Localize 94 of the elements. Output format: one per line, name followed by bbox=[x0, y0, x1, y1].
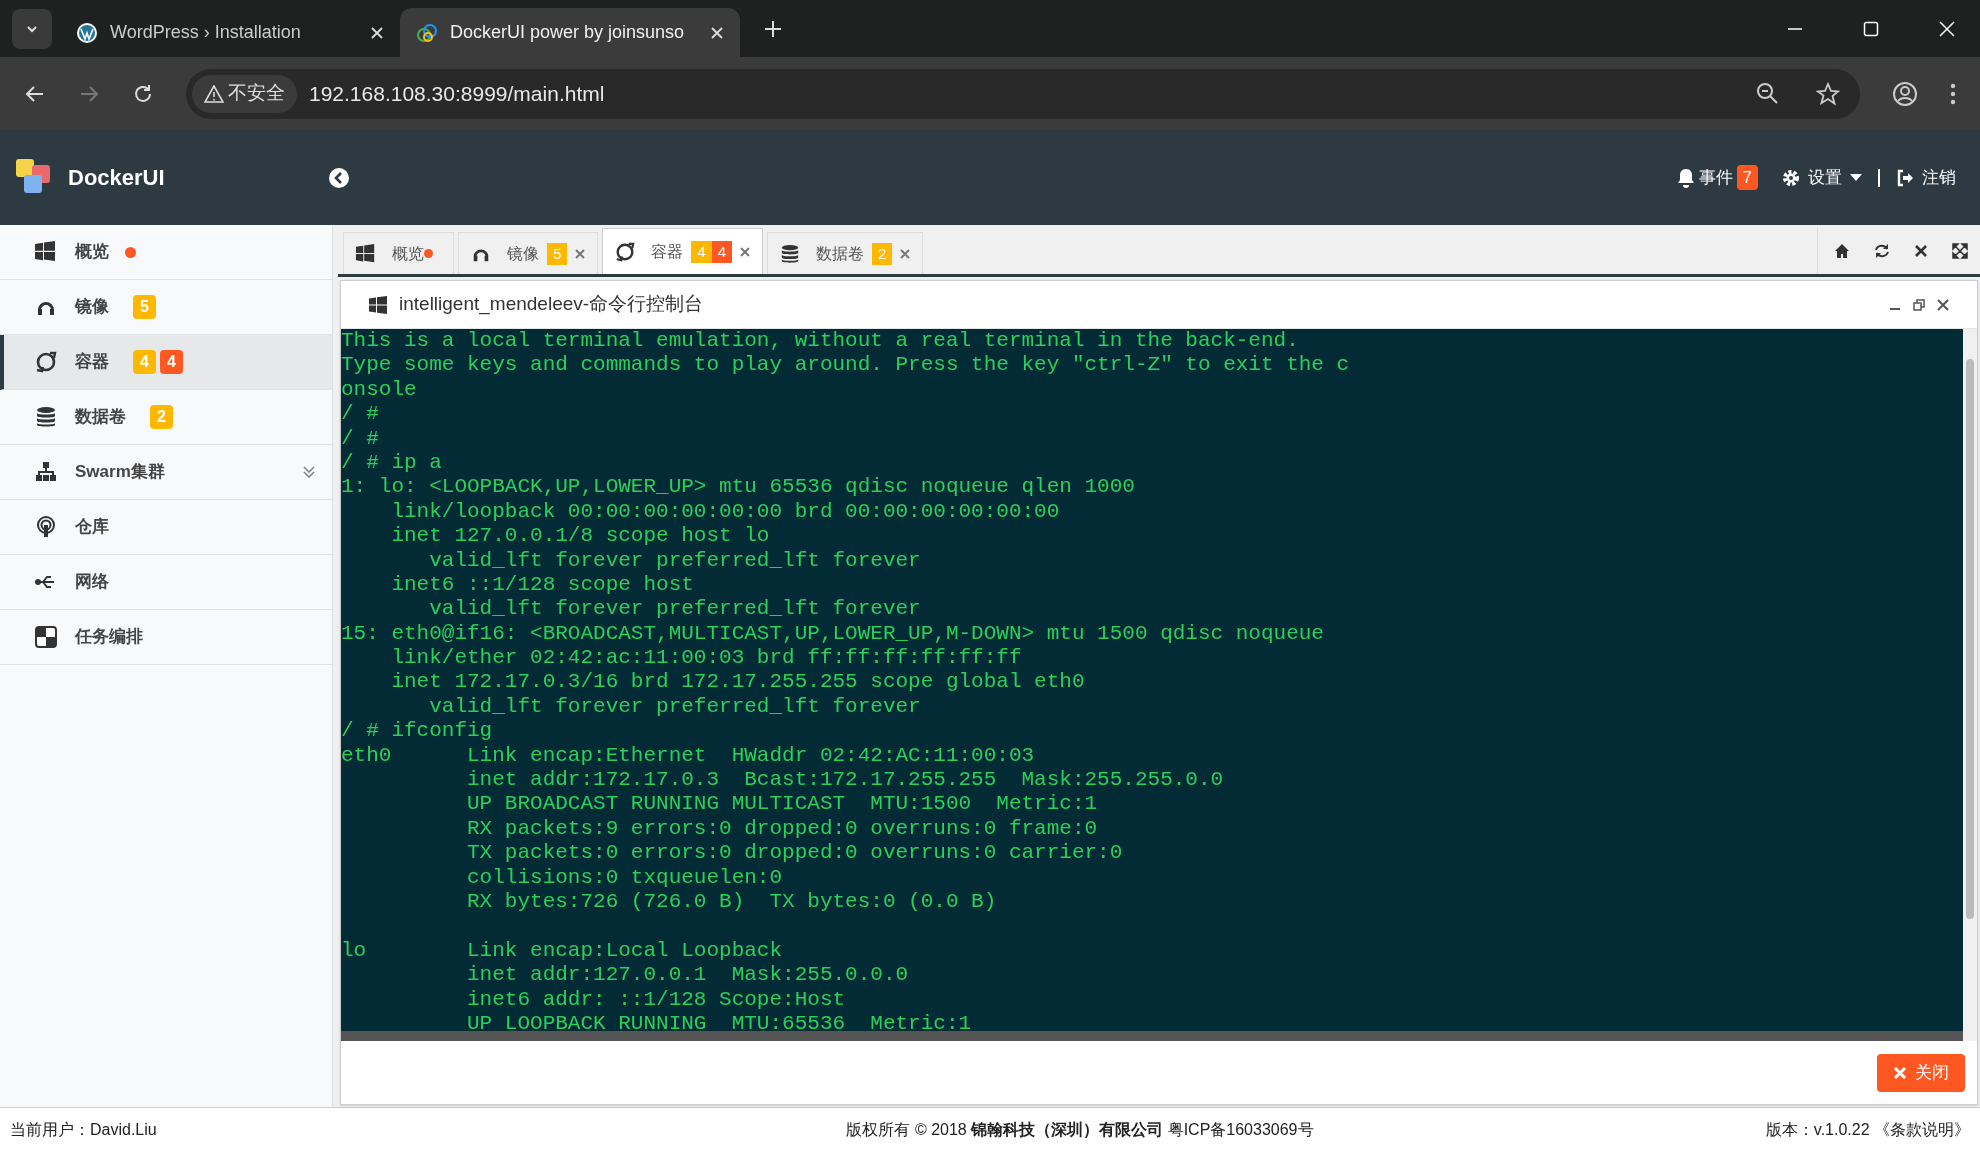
sidebar-item[interactable]: 任务编排 bbox=[0, 610, 332, 665]
content-tab[interactable]: 镜像 5 bbox=[458, 232, 599, 274]
collapse-sidebar-icon[interactable] bbox=[328, 166, 350, 189]
content-tab[interactable]: 容器 4 4 bbox=[602, 228, 764, 274]
refresh-icon[interactable] bbox=[1874, 243, 1890, 259]
wordpress-icon bbox=[76, 21, 98, 44]
copyright-text: 版权所有 © 2018 锦翰科技（深圳）有限公司 粤ICP备16033069号 bbox=[845, 1119, 1315, 1140]
profile-icon[interactable] bbox=[1892, 80, 1918, 107]
caret-icon bbox=[1850, 173, 1862, 182]
terminal-line: TX packets:0 errors:0 dropped:0 overruns:0 carrier:0 bbox=[466, 841, 1124, 866]
swirl-icon bbox=[416, 21, 438, 44]
count-badge: 4 bbox=[133, 350, 156, 374]
home-icon[interactable] bbox=[1834, 243, 1850, 259]
terminal-line: link/ether 02:42:ac:11:00:03 brd ff:ff:ff:ff:ff:ff bbox=[390, 646, 1023, 671]
windows-icon bbox=[369, 295, 387, 314]
star-icon[interactable] bbox=[1816, 81, 1840, 106]
count-badge: 5 bbox=[547, 242, 568, 265]
count-badge: 4 bbox=[691, 240, 712, 263]
terminal-line: inet addr:127.0.0.1 Mask:255.0.0.0 bbox=[466, 963, 910, 988]
count-badge: 5 bbox=[133, 295, 156, 319]
terminal-line: RX packets:9 errors:0 dropped:0 overruns:0 frame:0 bbox=[466, 816, 1099, 842]
panel-title: intelligent_mendeleev-命令行控制台 bbox=[399, 292, 704, 317]
terminal-line: / # ifconfig bbox=[341, 719, 494, 744]
terminal-line: onsole bbox=[341, 377, 418, 403]
terminal-line: lo Link encap:Local Loopback bbox=[341, 938, 784, 964]
terminal-line: link/loopback 00:00:00:00:00:00 brd 00:00:00:00:00:00 bbox=[390, 499, 1061, 525]
terminal-line: Type some keys and commands to play around. Press the key "ctrl-Z" to exit the c bbox=[341, 353, 1351, 378]
security-chip[interactable]: 不安全 bbox=[192, 74, 297, 113]
terminal-line: collisions:0 txqueuelen:0 bbox=[466, 865, 784, 890]
terminal-line: inet6 ::1/128 scope host bbox=[390, 572, 695, 598]
terminal-line: valid_lft forever preferred_lft forever bbox=[428, 694, 922, 720]
browser-tab[interactable]: DockerUI power by joinsunso bbox=[400, 8, 740, 57]
terminal-line: inet 127.0.0.1/8 scope host lo bbox=[390, 524, 771, 549]
terminal-line: This is a local terminal emulation, without a real terminal in the back-end. bbox=[341, 329, 1300, 354]
terminal-line: / # bbox=[341, 426, 380, 451]
windows-icon bbox=[356, 243, 376, 264]
terminal-line: / # bbox=[341, 402, 380, 427]
terminal-line: inet6 addr: ::1/128 Scope:Host bbox=[466, 987, 847, 1012]
sidebar-item[interactable]: Swarm集群 bbox=[0, 445, 332, 500]
ring-icon bbox=[615, 241, 636, 262]
browser-tab[interactable]: WordPress › Installation bbox=[60, 8, 400, 57]
restore-icon[interactable] bbox=[1913, 298, 1925, 311]
sidebar-item[interactable]: 数据卷 2 bbox=[0, 390, 332, 445]
gear-icon bbox=[1782, 168, 1800, 187]
content-tab[interactable]: 概览 bbox=[343, 232, 454, 274]
close-icon[interactable] bbox=[1914, 244, 1928, 258]
current-user-text: 当前用户：David.Liu bbox=[10, 1119, 158, 1140]
app-name: DockerUI bbox=[68, 164, 166, 192]
terminal[interactable] bbox=[341, 329, 1963, 1041]
warning-icon bbox=[204, 84, 224, 103]
sign-out-icon bbox=[1896, 168, 1914, 187]
terminal-line: valid_lft forever preferred_lft forever bbox=[428, 548, 922, 573]
count-badge: 4 bbox=[711, 240, 733, 263]
terminal-line: / # ip a bbox=[341, 450, 443, 476]
close-icon[interactable] bbox=[1937, 298, 1949, 311]
address-bar[interactable]: 不安全 192.168.108.30:8999/main.html bbox=[186, 68, 1860, 119]
database-icon bbox=[35, 406, 57, 428]
url-text[interactable]: 192.168.108.30:8999/main.html bbox=[309, 77, 1744, 110]
ring-icon bbox=[35, 351, 57, 373]
terminal-line: RX bytes:726 (726.0 B) TX bytes:0 (0.0 B) bbox=[466, 890, 998, 915]
maximize-icon[interactable] bbox=[1862, 19, 1880, 38]
reload-icon[interactable] bbox=[132, 82, 154, 105]
database-icon bbox=[780, 243, 801, 264]
terminal-line: inet 172.17.0.3/16 brd 172.17.255.255 scope global eth0 bbox=[390, 670, 1086, 695]
terminal-line: UP BROADCAST RUNNING MULTICAST MTU:1500 Metric:1 bbox=[466, 792, 1099, 817]
terminal-line: 1: lo: <LOOPBACK,UP,LOWER_UP> mtu 65536 qdisc noqueue qlen 1000 bbox=[341, 475, 1136, 500]
checker-icon bbox=[35, 626, 57, 648]
content-tab[interactable]: 数据卷 2 bbox=[767, 232, 924, 274]
version-text[interactable]: 版本：v.1.0.22 《条款说明》 bbox=[1470, 1117, 1970, 1142]
bell-icon bbox=[1676, 167, 1695, 188]
sitemap-icon bbox=[35, 461, 57, 483]
events-button[interactable]: 事件 7 bbox=[1676, 164, 1758, 191]
settings-button[interactable]: 设置 bbox=[1782, 164, 1862, 191]
windows-icon bbox=[35, 241, 57, 263]
zoom-out-icon[interactable] bbox=[1756, 81, 1780, 106]
terminal-line: inet addr:172.17.0.3 Bcast:172.17.255.255 Mask:255.255.0.0 bbox=[466, 768, 1225, 793]
terminal-line: eth0 Link encap:Ethernet HWaddr 02:42:AC:11:00:03 bbox=[341, 743, 1036, 769]
sidebar-item[interactable]: 仓库 bbox=[0, 500, 332, 555]
count-badge: 2 bbox=[150, 405, 173, 429]
count-badge: 4 bbox=[159, 350, 183, 374]
terminal-line: 15: eth0@if16: <BROADCAST,MULTICAST,UP,LOWER_UP,M-DOWN> mtu 1500 qdisc noqueue bbox=[341, 621, 1325, 647]
sidebar-item[interactable]: 概览 bbox=[0, 225, 332, 280]
logout-button[interactable]: 注销 bbox=[1896, 164, 1956, 191]
close-icon bbox=[1893, 1065, 1907, 1080]
count-badge: 2 bbox=[872, 242, 893, 265]
events-badge: 7 bbox=[1736, 164, 1758, 191]
terminal-line: UP LOOPBACK RUNNING MTU:65536 Metric:1 bbox=[466, 1011, 973, 1031]
terminal-line: valid_lft forever preferred_lft forever bbox=[428, 597, 922, 622]
sidebar-item[interactable]: 容器 4 4 bbox=[0, 335, 332, 390]
scrollbar[interactable] bbox=[1963, 329, 1977, 1041]
new-tab-icon[interactable] bbox=[764, 19, 782, 38]
podcast-icon bbox=[35, 516, 57, 538]
sidebar-item[interactable]: 网络 bbox=[0, 555, 332, 610]
menu-icon[interactable] bbox=[1950, 81, 1956, 106]
